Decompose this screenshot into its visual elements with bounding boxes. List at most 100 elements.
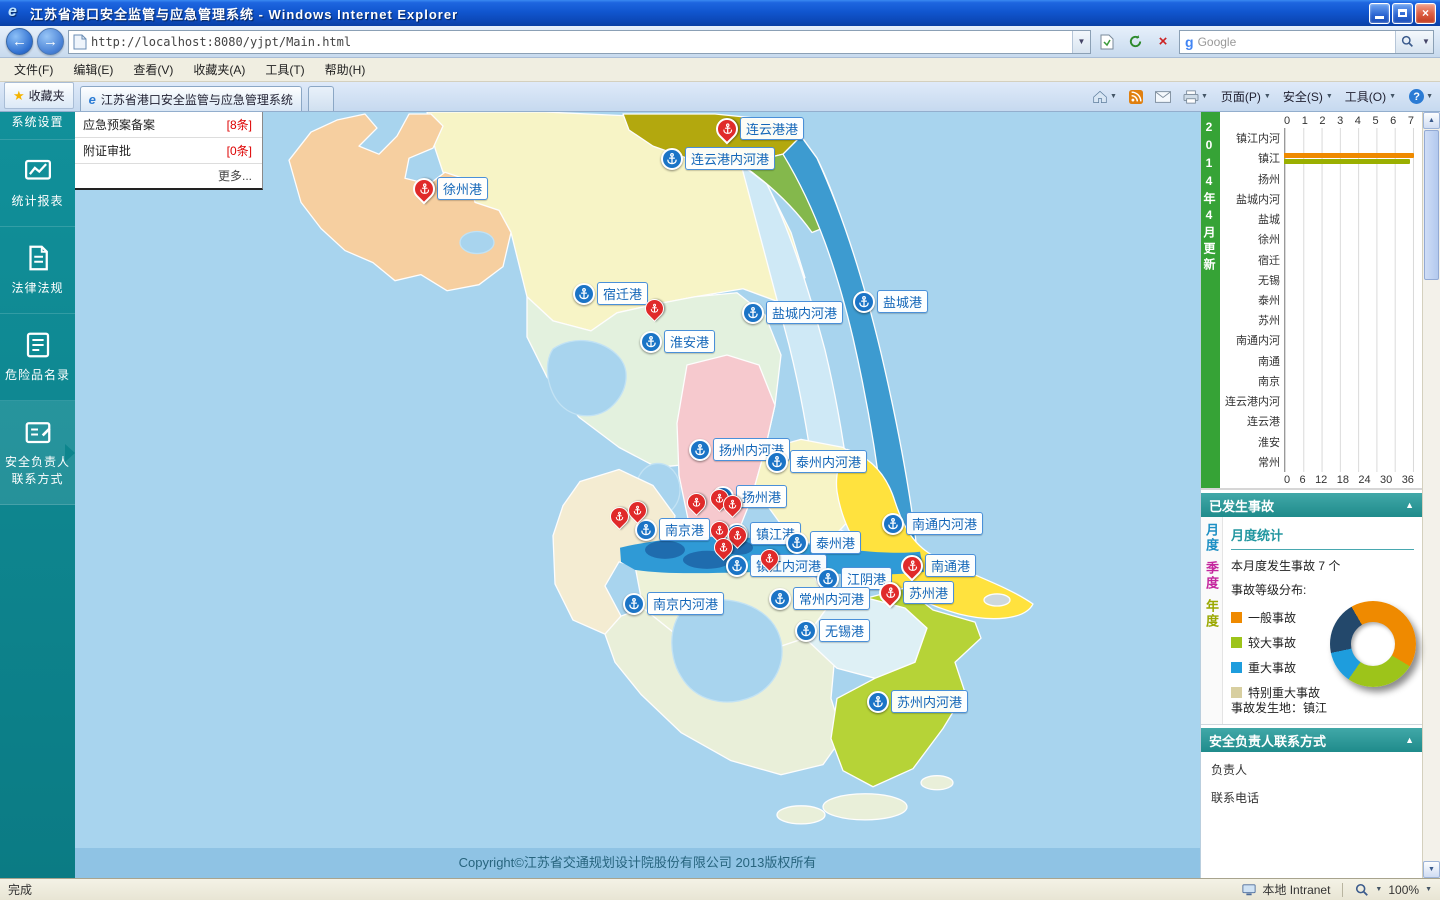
google-icon: g <box>1185 33 1194 50</box>
port-marker[interactable]: 南京港 <box>635 518 711 541</box>
hazard-list-icon <box>23 330 53 360</box>
port-marker[interactable]: 盐城内河港 <box>742 301 844 324</box>
toolbar-button[interactable]: 工具(O) ▼ <box>1341 86 1400 107</box>
menu-item[interactable]: 工具(T) <box>255 58 314 81</box>
forward-button[interactable]: → <box>37 28 64 55</box>
url-input[interactable] <box>91 34 1072 49</box>
chart-row: 扬州 <box>1220 168 1414 188</box>
port-marker[interactable]: 宿迁港 <box>573 282 649 305</box>
tab-年度[interactable]: 年度 <box>1202 599 1221 629</box>
zoom-icon[interactable] <box>1355 883 1369 897</box>
port-marker[interactable]: 盐城港 <box>853 290 929 313</box>
search-button[interactable] <box>1395 30 1419 53</box>
title-bar[interactable]: e 江苏省港口安全监管与应急管理系统 - Windows Internet Ex… <box>0 0 1440 26</box>
minimize-button[interactable] <box>1369 2 1390 24</box>
port-marker[interactable]: 南通内河港 <box>882 512 984 535</box>
home-icon[interactable]: ▼ <box>1089 88 1120 106</box>
ports-layer: 连云港港 连云港内河港 徐州港 宿迁港 淮安港 盐城内河港 盐城港 扬州内河港 泰州内河港 扬州港… <box>75 112 1200 878</box>
incident-pin-icon[interactable] <box>624 497 651 524</box>
port-label: 南通港 <box>925 554 977 577</box>
anchor-icon <box>786 531 808 554</box>
sidebar-item-系统设置[interactable]: 系统设置 <box>0 112 75 140</box>
sidebar-item-危险品名录[interactable]: 危险品名录 <box>0 314 75 401</box>
stop-button[interactable]: × <box>1151 30 1175 54</box>
port-marker[interactable]: 常州内河港 <box>769 587 871 610</box>
scrollbar-thumb[interactable] <box>1424 130 1439 280</box>
search-input[interactable] <box>1197 34 1395 49</box>
accident-tabs: 月度 季度 年度 <box>1201 517 1223 724</box>
legend-label: 重大事故 <box>1248 661 1297 675</box>
address-bar: ← → ▼ × g ▼ <box>0 26 1440 58</box>
toolbar-button[interactable]: 页面(P) ▼ <box>1217 86 1275 107</box>
mail-icon[interactable] <box>1152 89 1174 105</box>
port-marker[interactable]: 泰州港 <box>786 531 862 554</box>
contact-panel-header[interactable]: 安全负责人联系方式 ▲ <box>1201 728 1422 752</box>
help-icon[interactable]: ? ▼ <box>1406 87 1436 106</box>
rss-icon[interactable] <box>1126 88 1146 106</box>
menu-item[interactable]: 收藏夹(A) <box>183 58 255 81</box>
menu-item[interactable]: 查看(V) <box>123 58 183 81</box>
axis-tick-label: 3 <box>1337 114 1344 127</box>
refresh-button[interactable] <box>1123 30 1147 54</box>
quick-panel-row[interactable]: 附证审批 [0条] <box>75 138 262 164</box>
port-marker[interactable]: 连云港港 <box>711 112 805 145</box>
close-button[interactable]: × <box>1415 2 1436 24</box>
scroll-up-button[interactable]: ▲ <box>1423 112 1440 129</box>
chart-category-label: 常州 <box>1258 456 1280 469</box>
toolbar-button[interactable]: 安全(S) ▼ <box>1279 86 1337 107</box>
maximize-button[interactable] <box>1392 2 1413 24</box>
menu-item[interactable]: 编辑(E) <box>63 58 123 81</box>
chart-track <box>1284 209 1414 229</box>
anchor-icon <box>623 592 645 615</box>
vertical-scrollbar[interactable]: ▲ ▼ <box>1422 112 1440 878</box>
menu-item[interactable]: 文件(F) <box>4 58 63 81</box>
accident-panel-header[interactable]: 已发生事故 ▲ <box>1201 493 1422 517</box>
quick-panel-row[interactable]: 应急预案备案 [8条] <box>75 112 262 138</box>
favorites-button[interactable]: ★ 收藏夹 <box>4 82 74 109</box>
address-dropdown-button[interactable]: ▼ <box>1072 30 1090 53</box>
scroll-down-button[interactable]: ▼ <box>1423 861 1440 878</box>
incident-pin-icon[interactable] <box>683 489 710 516</box>
more-link[interactable]: 更多... <box>75 164 262 188</box>
incident-pin-icon[interactable] <box>710 534 737 561</box>
incident-pin-icon[interactable] <box>719 491 746 518</box>
quick-row-count: [8条] <box>226 118 252 132</box>
new-tab-stub[interactable] <box>307 86 334 111</box>
port-marker[interactable]: 苏州港 <box>874 576 955 609</box>
port-marker[interactable]: 淮安港 <box>640 330 716 353</box>
tab-季度[interactable]: 季度 <box>1202 561 1221 591</box>
port-marker[interactable]: 泰州内河港 <box>766 450 868 473</box>
zoom-level[interactable]: 100% <box>1388 883 1419 897</box>
collapse-up-icon[interactable]: ▲ <box>1405 500 1414 510</box>
back-button[interactable]: ← <box>6 28 33 55</box>
tab-月度[interactable]: 月度 <box>1202 523 1221 553</box>
port-marker[interactable]: 连云港内河港 <box>661 147 776 170</box>
browser-tab[interactable]: e 江苏省港口安全监管与应急管理系统 <box>79 86 302 111</box>
sidebar-item-安全负责人联系方式[interactable]: 安全负责人 联系方式 <box>0 401 75 505</box>
map-area[interactable]: 连云港港 连云港内河港 徐州港 宿迁港 淮安港 盐城内河港 盐城港 扬州内河港 泰州内河港 扬州港… <box>75 112 1200 878</box>
accident-panel-title: 已发生事故 <box>1209 498 1275 514</box>
chart-row: 常州 <box>1220 452 1414 472</box>
port-marker[interactable]: 南京内河港 <box>623 592 725 615</box>
search-dropdown[interactable]: ▼ <box>1419 30 1433 53</box>
sidebar-item-统计报表[interactable]: 统计报表 <box>0 140 75 227</box>
toolbar-text-buttons: 页面(P) ▼ 安全(S) ▼ 工具(O) ▼ <box>1217 86 1400 107</box>
port-marker[interactable]: 南通港 <box>896 549 977 582</box>
search-box[interactable]: g ▼ <box>1179 29 1434 54</box>
print-icon[interactable]: ▼ <box>1180 88 1211 106</box>
quick-rows: 应急预案备案 [8条] 附证审批 [0条] <box>75 112 262 164</box>
compatibility-view-button[interactable] <box>1095 30 1119 54</box>
incident-pin-icon[interactable] <box>641 295 668 322</box>
sidebar-item-法律法规[interactable]: 法律法规 <box>0 227 75 314</box>
port-marker[interactable]: 徐州港 <box>408 172 489 205</box>
collapse-up-icon[interactable]: ▲ <box>1405 735 1414 745</box>
menu-item[interactable]: 帮助(H) <box>315 58 376 81</box>
port-label: 苏州港 <box>903 581 955 604</box>
axis-tick-label: 18 <box>1336 473 1349 486</box>
chart-row: 无锡 <box>1220 270 1414 290</box>
incident-pin-icon[interactable] <box>756 545 783 572</box>
port-marker[interactable]: 苏州内河港 <box>867 690 969 713</box>
port-marker[interactable]: 无锡港 <box>795 619 871 642</box>
address-field[interactable]: ▼ <box>68 29 1091 54</box>
port-label: 宿迁港 <box>597 282 649 305</box>
